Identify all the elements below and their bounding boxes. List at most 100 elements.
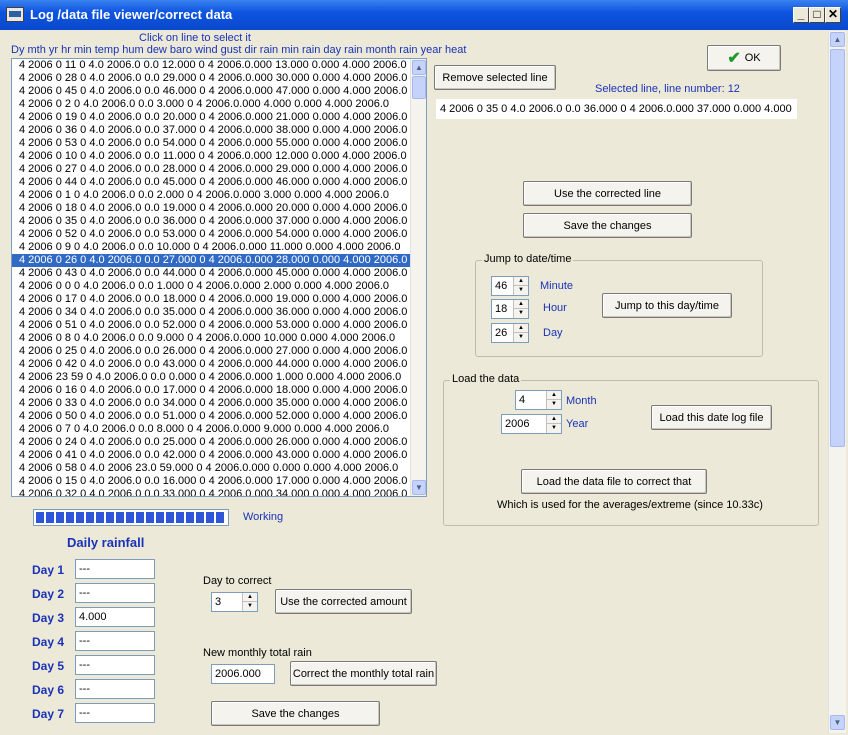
log-line[interactable]: 4 2006 0 18 0 4.0 2006.0 0.0 19.000 0 4 … <box>12 202 426 215</box>
use-corrected-line-button[interactable]: Use the corrected line <box>523 181 692 206</box>
ok-button[interactable]: ✔ OK <box>707 45 781 71</box>
hour-stepper[interactable]: 18 ▲ ▼ <box>491 299 529 319</box>
log-line[interactable]: 4 2006 0 8 0 4.0 2006.0 0.0 9.000 0 4 20… <box>12 332 426 345</box>
day-up-icon[interactable]: ▲ <box>514 324 528 333</box>
year-down-icon[interactable]: ▼ <box>547 424 561 433</box>
log-line[interactable]: 4 2006 0 10 0 4.0 2006.0 0.0 11.000 0 4 … <box>12 150 426 163</box>
log-line[interactable]: 4 2006 0 0 0 4.0 2006.0 0.0 1.000 0 4 20… <box>12 280 426 293</box>
day-down-icon[interactable]: ▼ <box>514 333 528 342</box>
log-line[interactable]: 4 2006 0 27 0 4.0 2006.0 0.0 28.000 0 4 … <box>12 163 426 176</box>
log-line[interactable]: 4 2006 0 11 0 4.0 2006.0 0.0 12.000 0 4 … <box>12 59 426 72</box>
rainfall-day-label: Day 7 <box>32 707 65 721</box>
hour-up-icon[interactable]: ▲ <box>514 300 528 309</box>
correct-monthly-total-rain-button[interactable]: Correct the monthly total rain <box>290 661 437 686</box>
rainfall-day-field[interactable]: --- <box>75 655 155 675</box>
load-date-log-file-button[interactable]: Load this date log file <box>651 405 772 430</box>
log-line[interactable]: 4 2006 0 33 0 4.0 2006.0 0.0 34.000 0 4 … <box>12 397 426 410</box>
save-changes-button[interactable]: Save the changes <box>523 213 692 238</box>
scroll-thumb[interactable] <box>830 49 845 447</box>
rainfall-day-field[interactable]: --- <box>75 559 155 579</box>
selected-line-caption: Selected line, line number: 12 <box>595 83 740 95</box>
rainfall-day-label: Day 5 <box>32 659 65 673</box>
progress-segment <box>206 512 214 523</box>
rainfall-day-field[interactable]: --- <box>75 679 155 699</box>
log-line[interactable]: 4 2006 0 2 0 4.0 2006.0 0.0 3.000 0 4 20… <box>12 98 426 111</box>
log-line[interactable]: 4 2006 0 41 0 4.0 2006.0 0.0 42.000 0 4 … <box>12 449 426 462</box>
log-line[interactable]: 4 2006 0 19 0 4.0 2006.0 0.0 20.000 0 4 … <box>12 111 426 124</box>
log-line[interactable]: 4 2006 0 34 0 4.0 2006.0 0.0 35.000 0 4 … <box>12 306 426 319</box>
monthly-total-field[interactable]: 2006.000 <box>211 664 275 684</box>
log-line[interactable]: 4 2006 23 59 0 4.0 2006.0 0.0 0.000 0 4 … <box>12 371 426 384</box>
log-line[interactable]: 4 2006 0 35 0 4.0 2006.0 0.0 36.000 0 4 … <box>12 215 426 228</box>
log-line[interactable]: 4 2006 0 53 0 4.0 2006.0 0.0 54.000 0 4 … <box>12 137 426 150</box>
day-to-correct-stepper[interactable]: 3 ▲ ▼ <box>211 592 258 612</box>
progress-segment <box>126 512 134 523</box>
log-line[interactable]: 4 2006 0 36 0 4.0 2006.0 0.0 37.000 0 4 … <box>12 124 426 137</box>
log-lines-list[interactable]: 4 2006 0 11 0 4.0 2006.0 0.0 12.000 0 4 … <box>11 58 427 497</box>
hour-label: Hour <box>543 302 567 314</box>
log-line[interactable]: 4 2006 0 50 0 4.0 2006.0 0.0 51.000 0 4 … <box>12 410 426 423</box>
columns-header: Dy mth yr hr min temp hum dew baro wind … <box>11 44 467 56</box>
month-up-icon[interactable]: ▲ <box>547 391 561 400</box>
log-line[interactable]: 4 2006 0 7 0 4.0 2006.0 0.0 8.000 0 4 20… <box>12 423 426 436</box>
remove-selected-line-button[interactable]: Remove selected line <box>434 65 556 90</box>
year-up-icon[interactable]: ▲ <box>547 415 561 424</box>
title-bar[interactable]: Log /data file viewer/correct data _ □ ✕ <box>0 0 848 30</box>
year-stepper[interactable]: 2006 ▲ ▼ <box>501 414 562 434</box>
day-to-correct-up-icon[interactable]: ▲ <box>243 593 257 602</box>
log-line[interactable]: 4 2006 0 51 0 4.0 2006.0 0.0 52.000 0 4 … <box>12 319 426 332</box>
scroll-up-arrow-icon[interactable]: ▲ <box>830 32 845 47</box>
use-corrected-amount-button[interactable]: Use the corrected amount <box>275 589 412 614</box>
rainfall-day-field[interactable]: --- <box>75 703 155 723</box>
log-line[interactable]: 4 2006 0 17 0 4.0 2006.0 0.0 18.000 0 4 … <box>12 293 426 306</box>
save-rainfall-changes-button[interactable]: Save the changes <box>211 701 380 726</box>
rainfall-day-field[interactable]: --- <box>75 631 155 651</box>
rainfall-day-label: Day 3 <box>32 611 65 625</box>
maximize-button[interactable]: □ <box>809 7 825 23</box>
day-to-correct-down-icon[interactable]: ▼ <box>243 602 257 611</box>
log-line[interactable]: 4 2006 0 16 0 4.0 2006.0 0.0 17.000 0 4 … <box>12 384 426 397</box>
list-scroll-up-arrow-icon[interactable]: ▲ <box>412 60 426 75</box>
window-scrollbar[interactable]: ▲ ▼ <box>828 31 846 733</box>
progress-segment <box>156 512 164 523</box>
scroll-down-arrow-icon[interactable]: ▼ <box>830 715 845 730</box>
log-line[interactable]: 4 2006 0 42 0 4.0 2006.0 0.0 43.000 0 4 … <box>12 358 426 371</box>
close-button[interactable]: ✕ <box>825 7 841 23</box>
checkmark-icon: ✔ <box>727 50 741 67</box>
selected-line-field[interactable]: 4 2006 0 35 0 4.0 2006.0 0.0 36.000 0 4 … <box>436 99 797 119</box>
jump-to-datetime-button[interactable]: Jump to this day/time <box>602 293 732 318</box>
minimize-button[interactable]: _ <box>793 7 809 23</box>
log-line[interactable]: 4 2006 0 28 0 4.0 2006.0 0.0 29.000 0 4 … <box>12 72 426 85</box>
progress-segment <box>116 512 124 523</box>
month-stepper[interactable]: 4 ▲ ▼ <box>515 390 562 410</box>
log-line[interactable]: 4 2006 0 43 0 4.0 2006.0 0.0 44.000 0 4 … <box>12 267 426 280</box>
rainfall-day-field[interactable]: --- <box>75 583 155 603</box>
minute-stepper[interactable]: 46 ▲ ▼ <box>491 276 529 296</box>
log-line[interactable]: 4 2006 0 58 0 4.0 2006 23.0 59.000 0 4 2… <box>12 462 426 475</box>
log-line[interactable]: 4 2006 0 45 0 4.0 2006.0 0.0 46.000 0 4 … <box>12 85 426 98</box>
log-line[interactable]: 4 2006 0 52 0 4.0 2006.0 0.0 53.000 0 4 … <box>12 228 426 241</box>
list-scroll-down-arrow-icon[interactable]: ▼ <box>412 480 426 495</box>
log-line[interactable]: 4 2006 0 32 0 4.0 2006.0 0.0 33.000 0 4 … <box>12 488 426 496</box>
progress-segment <box>96 512 104 523</box>
hour-down-icon[interactable]: ▼ <box>514 309 528 318</box>
minute-value: 46 <box>495 280 508 292</box>
progress-segment <box>166 512 174 523</box>
log-line[interactable]: 4 2006 0 9 0 4.0 2006.0 0.0 10.000 0 4 2… <box>12 241 426 254</box>
log-line[interactable]: 4 2006 0 15 0 4.0 2006.0 0.0 16.000 0 4 … <box>12 475 426 488</box>
log-line[interactable]: 4 2006 0 1 0 4.0 2006.0 0.0 2.000 0 4 20… <box>12 189 426 202</box>
day-stepper[interactable]: 26 ▲ ▼ <box>491 323 529 343</box>
year-value: 2006 <box>505 418 530 430</box>
log-line-selected[interactable]: 4 2006 0 26 0 4.0 2006.0 0.0 27.000 0 4 … <box>12 254 426 267</box>
minute-down-icon[interactable]: ▼ <box>514 286 528 295</box>
log-list-scrollbar[interactable]: ▲ ▼ <box>410 59 426 496</box>
list-scroll-thumb[interactable] <box>412 76 426 99</box>
log-line[interactable]: 4 2006 0 44 0 4.0 2006.0 0.0 45.000 0 4 … <box>12 176 426 189</box>
log-line[interactable]: 4 2006 0 25 0 4.0 2006.0 0.0 26.000 0 4 … <box>12 345 426 358</box>
minute-up-icon[interactable]: ▲ <box>514 277 528 286</box>
rainfall-day-field[interactable]: 4.000 <box>75 607 155 627</box>
log-line[interactable]: 4 2006 0 24 0 4.0 2006.0 0.0 25.000 0 4 … <box>12 436 426 449</box>
load-data-file-to-correct-button[interactable]: Load the data file to correct that <box>521 469 707 494</box>
month-down-icon[interactable]: ▼ <box>547 400 561 409</box>
rainfall-day-label: Day 2 <box>32 587 65 601</box>
